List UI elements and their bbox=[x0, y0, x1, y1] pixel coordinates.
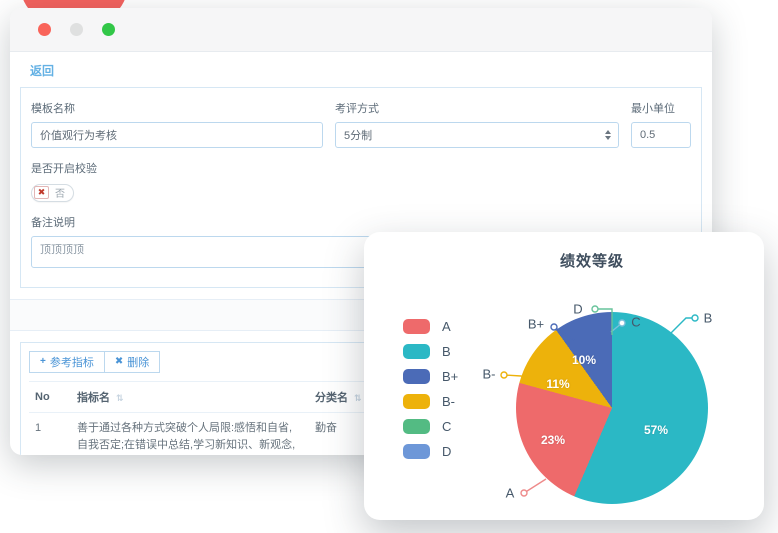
delete-button[interactable]: ✖ 删除 bbox=[104, 351, 160, 373]
unit-label: 最小单位 bbox=[631, 100, 691, 116]
window-titlebar bbox=[10, 8, 712, 52]
template-name-label: 模板名称 bbox=[31, 100, 323, 116]
legend-label: B bbox=[442, 344, 451, 359]
add-indicator-button[interactable]: + 参考指标 bbox=[29, 351, 105, 373]
legend-item[interactable]: B- bbox=[403, 389, 458, 414]
slice-callout-label: B bbox=[704, 311, 713, 326]
method-label: 考评方式 bbox=[335, 100, 619, 116]
slice-percent-label: 10% bbox=[572, 353, 596, 367]
slice-callout-label: C bbox=[631, 315, 640, 330]
slice-percent-label: 11% bbox=[546, 377, 569, 391]
sort-icon[interactable]: ⇅ bbox=[354, 393, 362, 403]
maximize-button[interactable] bbox=[102, 23, 115, 36]
cell-name: 善于通过各种方式突破个人局限:感悟和自省,自我否定;在错误中总结,学习新知识、新… bbox=[71, 412, 309, 455]
legend-swatch bbox=[403, 369, 430, 384]
pie-chart[interactable] bbox=[516, 312, 708, 504]
remark-label: 备注说明 bbox=[31, 214, 691, 230]
screenshot-stage: 返回 模板名称 考评方式 5分制 最小单位 bbox=[0, 0, 778, 533]
legend-item[interactable]: B+ bbox=[403, 364, 458, 389]
legend-label: D bbox=[442, 444, 451, 459]
plus-icon: + bbox=[40, 356, 46, 367]
toggle-state-label: 否 bbox=[55, 185, 65, 200]
back-link[interactable]: 返回 bbox=[30, 62, 54, 79]
legend-label: C bbox=[442, 419, 451, 434]
slice-callout-label: D bbox=[573, 302, 582, 317]
select-spinner-icon bbox=[605, 130, 611, 140]
slice-percent-label: 23% bbox=[541, 433, 565, 447]
legend-swatch bbox=[403, 394, 430, 409]
chart-legend: AB B+ B- CD bbox=[403, 314, 458, 464]
legend-swatch bbox=[403, 344, 430, 359]
legend-label: B- bbox=[442, 394, 455, 409]
method-select-value: 5分制 bbox=[344, 127, 372, 143]
validation-toggle[interactable]: ✖ 否 bbox=[31, 184, 74, 202]
sort-icon[interactable]: ⇅ bbox=[116, 393, 124, 403]
toggle-x-icon: ✖ bbox=[34, 186, 49, 199]
unit-input[interactable] bbox=[631, 122, 691, 148]
minimize-button[interactable] bbox=[70, 23, 83, 36]
legend-label: A bbox=[442, 319, 451, 334]
legend-swatch bbox=[403, 319, 430, 334]
slice-callout-label: B+ bbox=[528, 317, 544, 332]
performance-chart-card: 绩效等级 ABB+B-CD 57%23%11%10% BCDB+B-A bbox=[364, 232, 764, 520]
validation-label: 是否开启校验 bbox=[31, 160, 691, 176]
slice-callout-label: B- bbox=[483, 367, 496, 382]
chart-title: 绩效等级 bbox=[364, 250, 764, 271]
legend-label: B+ bbox=[442, 369, 458, 384]
legend-swatch bbox=[403, 444, 430, 459]
x-icon: ✖ bbox=[115, 356, 123, 367]
header-no: No bbox=[29, 381, 71, 412]
header-name[interactable]: 指标名⇅ bbox=[71, 381, 309, 412]
legend-item[interactable]: C bbox=[403, 414, 458, 439]
legend-item[interactable]: B bbox=[403, 339, 458, 364]
legend-item[interactable]: D bbox=[403, 439, 458, 464]
method-select[interactable]: 5分制 bbox=[335, 122, 619, 148]
cell-no: 1 bbox=[29, 412, 71, 455]
template-name-input[interactable] bbox=[31, 122, 323, 148]
legend-swatch bbox=[403, 419, 430, 434]
legend-item[interactable]: A bbox=[403, 314, 458, 339]
close-button[interactable] bbox=[38, 23, 51, 36]
slice-callout-label: A bbox=[506, 486, 515, 501]
slice-percent-label: 57% bbox=[644, 423, 668, 437]
